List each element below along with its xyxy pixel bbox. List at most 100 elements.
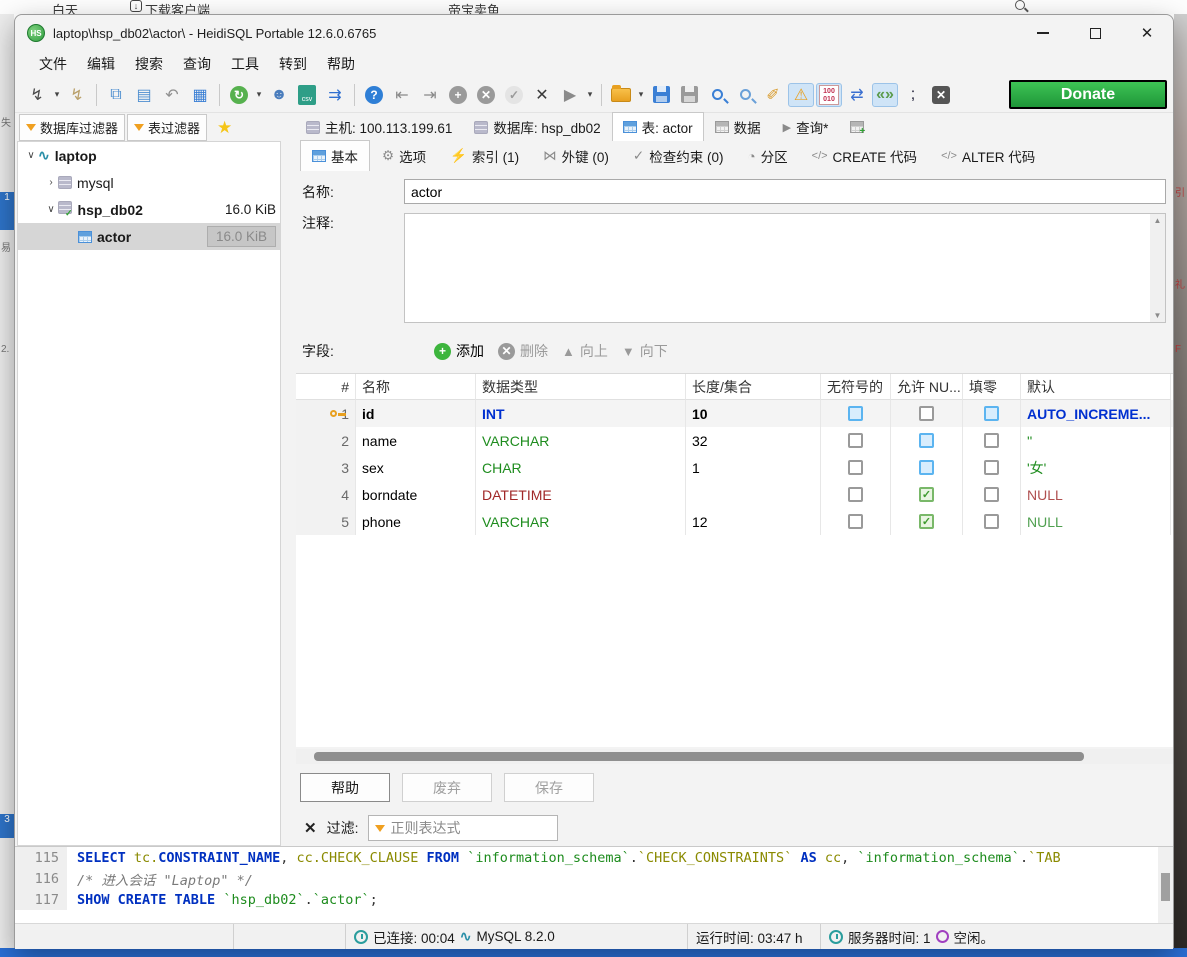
toolbar-row-delete-icon[interactable]: ✕ bbox=[473, 83, 499, 107]
checkbox-cell[interactable] bbox=[963, 508, 1021, 535]
checkbox-zerofill[interactable] bbox=[984, 406, 999, 421]
checkbox-cell[interactable] bbox=[821, 508, 891, 535]
grid-cell[interactable]: 1 bbox=[686, 454, 821, 481]
checkbox-cell[interactable] bbox=[963, 400, 1021, 427]
toolbar-print-icon[interactable]: ▦ bbox=[187, 83, 213, 107]
toolbar-help-icon[interactable]: ? bbox=[361, 83, 387, 107]
toolbar-warnings-icon[interactable]: ⚠ bbox=[788, 83, 814, 107]
grid-cell[interactable]: INT bbox=[476, 400, 686, 427]
toolbar-semicolon-icon[interactable]: ; bbox=[900, 83, 926, 107]
toolbar-binary-view-icon[interactable]: 100010 bbox=[816, 83, 842, 107]
toolbar-refresh-icon[interactable]: ↻ bbox=[226, 83, 252, 107]
checkbox-cell[interactable] bbox=[891, 427, 963, 454]
subtab-CREATE 代码[interactable]: </>CREATE 代码 bbox=[800, 140, 929, 171]
checkbox-allow_null[interactable]: ✓ bbox=[919, 514, 934, 529]
table-filter-button[interactable]: 表过滤器 bbox=[127, 114, 207, 141]
menu-item-查询[interactable]: 查询 bbox=[173, 52, 221, 76]
grid-cell[interactable]: AUTO_INCREME... bbox=[1021, 400, 1171, 427]
checkbox-cell[interactable]: ✓ bbox=[891, 508, 963, 535]
toolbar-undo-icon[interactable]: ↶ bbox=[159, 83, 185, 107]
grid-header-允许 NU...[interactable]: 允许 NU... bbox=[891, 374, 963, 400]
subtab-选项[interactable]: ⚙选项 bbox=[370, 140, 438, 171]
dropdown-caret-icon[interactable]: ▾ bbox=[635, 89, 647, 100]
toolbar-data-flow-icon[interactable]: ⇉ bbox=[322, 83, 348, 107]
grid-header-默认[interactable]: 默认 bbox=[1021, 374, 1171, 400]
checkbox-unsigned[interactable] bbox=[848, 514, 863, 529]
grid-row-phone[interactable]: 5phoneVARCHAR12✓NULL bbox=[296, 508, 1173, 535]
sql-log-scrollbar[interactable] bbox=[1158, 847, 1173, 923]
menu-item-工具[interactable]: 工具 bbox=[221, 52, 269, 76]
grid-header-名称[interactable]: 名称 bbox=[356, 374, 476, 400]
checkbox-unsigned[interactable] bbox=[848, 487, 863, 502]
toolbar-open-file-icon[interactable] bbox=[608, 83, 634, 107]
toolbar-copy-icon[interactable]: ⧉ bbox=[103, 83, 129, 107]
dropdown-caret-icon[interactable]: ▾ bbox=[253, 89, 265, 100]
grid-cell[interactable]: id bbox=[356, 400, 476, 427]
main-tab-数据[interactable]: 数据 bbox=[704, 112, 772, 141]
subtab-分区[interactable]: ◔分区 bbox=[735, 140, 799, 171]
checkbox-zerofill[interactable] bbox=[984, 460, 999, 475]
minimize-button[interactable] bbox=[1017, 15, 1069, 51]
comment-scrollbar[interactable]: ▲▼ bbox=[1150, 214, 1165, 322]
tree-chevron-icon[interactable]: ∨ bbox=[24, 150, 38, 161]
checkbox-cell[interactable]: ✓ bbox=[891, 481, 963, 508]
grid-cell[interactable]: borndate bbox=[356, 481, 476, 508]
checkbox-cell[interactable] bbox=[821, 427, 891, 454]
favorites-star-icon[interactable]: ★ bbox=[217, 118, 232, 138]
subtab-索引 (1)[interactable]: ⚡索引 (1) bbox=[438, 140, 531, 171]
grid-row-id[interactable]: 1idINT10AUTO_INCREME... bbox=[296, 400, 1173, 427]
menu-item-编辑[interactable]: 编辑 bbox=[77, 52, 125, 76]
menu-item-文件[interactable]: 文件 bbox=[29, 52, 77, 76]
filter-input[interactable]: 正则表达式 bbox=[368, 815, 558, 841]
grid-cell[interactable]: VARCHAR bbox=[476, 508, 686, 535]
checkbox-zerofill[interactable] bbox=[984, 514, 999, 529]
fields-action-添加[interactable]: +添加 bbox=[434, 341, 484, 361]
grid-cell[interactable]: '' bbox=[1021, 427, 1171, 454]
toolbar-execute-icon[interactable]: ▶ bbox=[557, 83, 583, 107]
checkbox-zerofill[interactable] bbox=[984, 433, 999, 448]
toolbar-save-icon[interactable] bbox=[648, 83, 674, 107]
checkbox-allow_null[interactable]: ✓ bbox=[919, 487, 934, 502]
grid-cell[interactable]: name bbox=[356, 427, 476, 454]
table-comment-textarea[interactable]: ▲▼ bbox=[404, 213, 1166, 323]
maximize-button[interactable] bbox=[1069, 15, 1121, 51]
toolbar-clean-icon[interactable]: ✐ bbox=[760, 83, 786, 107]
main-tab-查询*[interactable]: ▶查询* bbox=[772, 112, 840, 141]
checkbox-cell[interactable] bbox=[821, 400, 891, 427]
dropdown-caret-icon[interactable]: ▾ bbox=[51, 89, 63, 100]
grid-row-borndate[interactable]: 4borndateDATETIME✓NULL bbox=[296, 481, 1173, 508]
toolbar-session-manager-icon[interactable]: ☻ bbox=[266, 83, 292, 107]
grid-cell[interactable]: 10 bbox=[686, 400, 821, 427]
toolbar-export-csv-icon[interactable]: csv bbox=[294, 83, 320, 107]
grid-header-无符号的[interactable]: 无符号的 bbox=[821, 374, 891, 400]
columns-grid[interactable]: #名称数据类型长度/集合无符号的允许 NU...填零默认1idINT10AUTO… bbox=[296, 373, 1173, 747]
toolbar-goto-last-icon[interactable]: ⇥ bbox=[417, 83, 443, 107]
grid-cell[interactable]: VARCHAR bbox=[476, 427, 686, 454]
title-bar[interactable]: HS laptop\hsp_db02\actor\ - HeidiSQL Por… bbox=[15, 15, 1173, 51]
checkbox-unsigned[interactable] bbox=[848, 406, 863, 421]
checkbox-cell[interactable] bbox=[821, 481, 891, 508]
button-帮助[interactable]: 帮助 bbox=[300, 773, 390, 802]
donate-button[interactable]: Donate bbox=[1009, 80, 1167, 109]
tree-item-actor[interactable]: actor16.0 KiB bbox=[18, 223, 280, 250]
subtab-检查约束 (0)[interactable]: ✓检查约束 (0) bbox=[621, 140, 736, 171]
checkbox-cell[interactable] bbox=[821, 454, 891, 481]
checkbox-cell[interactable] bbox=[963, 427, 1021, 454]
toolbar-bind-params-icon[interactable]: «» bbox=[872, 83, 898, 107]
grid-cell[interactable]: '女' bbox=[1021, 454, 1171, 481]
toolbar-paste-icon[interactable]: ▤ bbox=[131, 83, 157, 107]
checkbox-zerofill[interactable] bbox=[984, 487, 999, 502]
main-tab-主机: 100.113.199.61[interactable]: 主机: 100.113.199.61 bbox=[295, 112, 463, 141]
checkbox-cell[interactable] bbox=[963, 481, 1021, 508]
subtab-基本[interactable]: 基本 bbox=[300, 140, 370, 171]
grid-cell[interactable]: sex bbox=[356, 454, 476, 481]
toolbar-row-add-icon[interactable]: + bbox=[445, 83, 471, 107]
main-tab-数据库: hsp_db02[interactable]: 数据库: hsp_db02 bbox=[463, 112, 611, 141]
toolbar-post-icon[interactable]: ✓ bbox=[501, 83, 527, 107]
grid-cell[interactable]: NULL bbox=[1021, 508, 1171, 535]
toolbar-replace-icon[interactable] bbox=[732, 83, 758, 107]
toolbar-find-icon[interactable] bbox=[704, 83, 730, 107]
main-tab-new-query[interactable]: + bbox=[839, 116, 876, 141]
tree-chevron-icon[interactable]: ∨ bbox=[44, 204, 58, 215]
checkbox-allow_null[interactable] bbox=[919, 460, 934, 475]
